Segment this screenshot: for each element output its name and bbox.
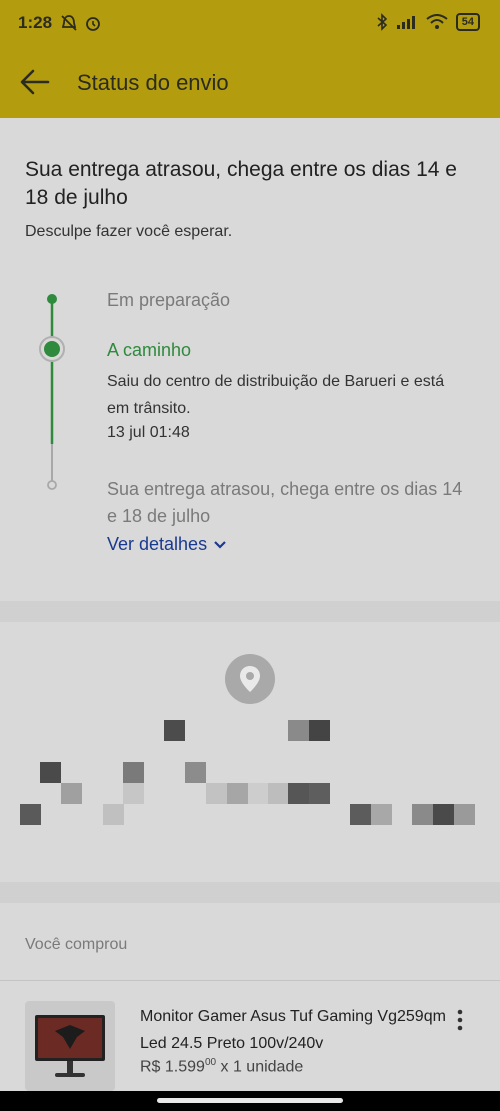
price-cents: 00 [204, 1057, 217, 1068]
divider [0, 980, 500, 981]
home-gesture-handle[interactable] [157, 1098, 343, 1103]
timeline-dot-done [47, 294, 57, 304]
signal-icon [396, 16, 415, 29]
product-title[interactable]: Monitor Gamer Asus Tuf Gaming Vg259qm Le… [140, 1003, 450, 1057]
monitor-image [35, 1015, 105, 1077]
see-details-label: Ver detalhes [107, 534, 208, 554]
step-in-transit: A caminho [107, 340, 192, 360]
step-preparation: Em preparação [107, 290, 231, 310]
address-card [0, 622, 500, 882]
status-time: 1:28 [18, 13, 53, 32]
product-thumbnail[interactable] [25, 1001, 115, 1091]
timeline-dot-pending [47, 480, 57, 490]
page-title: Status do envio [77, 70, 229, 95]
status-bar: 1:28 54 [0, 0, 500, 46]
chevron-down-icon [214, 540, 226, 549]
notifications-off-icon [61, 15, 77, 31]
shipment-status-card: Sua entrega atrasou, chega entre os dias… [0, 118, 500, 601]
price-value: R$ 1.599 [140, 1058, 205, 1076]
see-details-link[interactable]: Ver detalhes [107, 534, 227, 555]
more-options-button[interactable] [450, 1007, 470, 1033]
system-nav-bar [0, 1091, 500, 1111]
back-button[interactable] [18, 66, 52, 98]
alarm-icon [86, 17, 100, 31]
app-bar: Status do envio [0, 46, 500, 118]
purchase-card: Você comprou Monitor Gamer Asus Tuf Gami… [0, 903, 500, 1091]
timeline-dot-current [44, 341, 60, 357]
step-delayed: Sua entrega atrasou, chega entre os dias… [107, 479, 463, 526]
product-price: R$ 1.59900 x 1 unidade [140, 1057, 303, 1076]
arrow-left-icon [20, 69, 50, 95]
tracking-timeline [39, 294, 65, 490]
wifi-icon [426, 14, 448, 29]
location-pin-icon [225, 654, 275, 704]
purchase-section-label: Você comprou [25, 936, 128, 953]
step-in-transit-time: 13 jul 01:48 [107, 424, 190, 441]
step-in-transit-description: Saiu do centro de distribuição de Baruer… [107, 373, 445, 417]
more-vertical-icon [457, 1009, 463, 1031]
battery-icon: 54 [455, 13, 480, 31]
bluetooth-icon [377, 13, 387, 31]
price-quantity: x 1 unidade [220, 1058, 304, 1076]
